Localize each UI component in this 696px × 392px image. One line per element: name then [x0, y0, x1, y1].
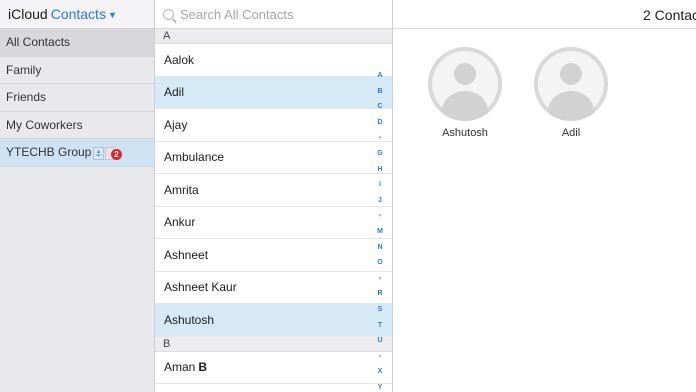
sidebar-item-family[interactable]: Family: [0, 57, 154, 84]
index-letter[interactable]: J: [375, 193, 385, 209]
app-name-label: Contacts: [50, 6, 106, 22]
list-item[interactable]: Ashutosh: [155, 304, 392, 337]
contact-list-pane: A Aalok Adil Ajay Ambulance Amrita Ankur…: [155, 0, 393, 392]
index-letter[interactable]: G: [375, 146, 385, 162]
contact-last-name: B: [198, 360, 208, 375]
alphabet-index[interactable]: A B C D • G H I J • M N O • R S T U • X Y: [375, 68, 385, 392]
list-item[interactable]: Amrita: [155, 174, 392, 207]
list-item[interactable]: Adil: [155, 76, 392, 109]
list-item[interactable]: Ankur: [155, 207, 392, 239]
search-icon: [163, 8, 174, 20]
section-header-a: A: [155, 29, 392, 44]
sidebar-item-friends[interactable]: Friends: [0, 84, 154, 112]
index-letter[interactable]: B: [375, 84, 385, 100]
index-letter[interactable]: H: [375, 162, 385, 178]
sidebar: iCloud Contacts ▼ All Contacts Family Fr…: [0, 0, 155, 392]
contact-card-ashutosh[interactable]: Ashutosh: [428, 47, 502, 139]
index-letter[interactable]: N: [375, 240, 385, 256]
index-letter[interactable]: •: [375, 349, 385, 365]
detail-pane: 2 Contacts Ashutosh Adil: [393, 0, 696, 392]
index-letter[interactable]: T: [375, 318, 385, 334]
section-header-b: B: [155, 336, 392, 352]
avatar: [534, 47, 608, 121]
sidebar-item-label: All Contacts: [6, 35, 71, 50]
sidebar-item-label: YTECHB Group: [6, 145, 92, 160]
drag-contacts-badge: ⚓ 2: [93, 146, 122, 160]
sidebar-item-label: Friends: [6, 90, 47, 105]
index-letter[interactable]: •: [375, 271, 385, 287]
index-letter[interactable]: O: [375, 255, 385, 271]
app-switcher[interactable]: iCloud Contacts ▼: [0, 0, 154, 29]
avatar: [428, 47, 502, 121]
sidebar-item-ytechb-group[interactable]: YTECHB Group ⚓ 2: [0, 139, 154, 167]
index-letter[interactable]: I: [375, 177, 385, 193]
sidebar-item-all-contacts[interactable]: All Contacts: [0, 29, 154, 57]
sidebar-item-label: My Coworkers: [6, 117, 83, 132]
drag-count-badge: 2: [111, 149, 122, 160]
index-letter[interactable]: A: [375, 68, 385, 84]
index-letter[interactable]: •: [375, 130, 385, 146]
index-letter[interactable]: C: [375, 99, 385, 115]
sidebar-item-label: Family: [6, 62, 42, 77]
search-input[interactable]: [180, 6, 380, 22]
index-letter[interactable]: S: [375, 302, 385, 318]
sidebar-item-my-coworkers[interactable]: My Coworkers: [0, 112, 154, 139]
list-item[interactable]: Ajay: [155, 109, 392, 142]
brand-label: iCloud: [8, 6, 48, 22]
index-letter[interactable]: D: [375, 115, 385, 131]
list-item[interactable]: Ashneet Kaur: [155, 272, 392, 304]
detail-header: 2 Contacts: [393, 0, 696, 29]
chevron-down-icon: ▼: [107, 10, 117, 20]
list-item[interactable]: Aalok: [155, 44, 392, 77]
index-letter[interactable]: U: [375, 333, 385, 349]
contact-card-name: Ashutosh: [442, 127, 488, 139]
contact-first-name: Aman: [164, 360, 196, 375]
list-item[interactable]: Aman B: [155, 352, 392, 384]
contact-card-name: Adil: [561, 127, 581, 139]
search-bar: [155, 0, 392, 29]
list-item[interactable]: Ashneet: [155, 239, 392, 272]
contact-card-adil[interactable]: Adil: [534, 47, 608, 139]
index-letter[interactable]: M: [375, 224, 385, 240]
index-letter[interactable]: Y: [375, 380, 385, 392]
index-letter[interactable]: X: [375, 364, 385, 380]
selected-count-label: 2 Contacts: [643, 7, 696, 23]
index-letter[interactable]: •: [375, 208, 385, 224]
icloud-contacts-app: iCloud Contacts ▼ All Contacts Family Fr…: [0, 0, 696, 392]
list-item[interactable]: Ambulance: [155, 142, 392, 174]
index-letter[interactable]: R: [375, 286, 385, 302]
contact-card-icon: ⚓: [93, 146, 104, 160]
